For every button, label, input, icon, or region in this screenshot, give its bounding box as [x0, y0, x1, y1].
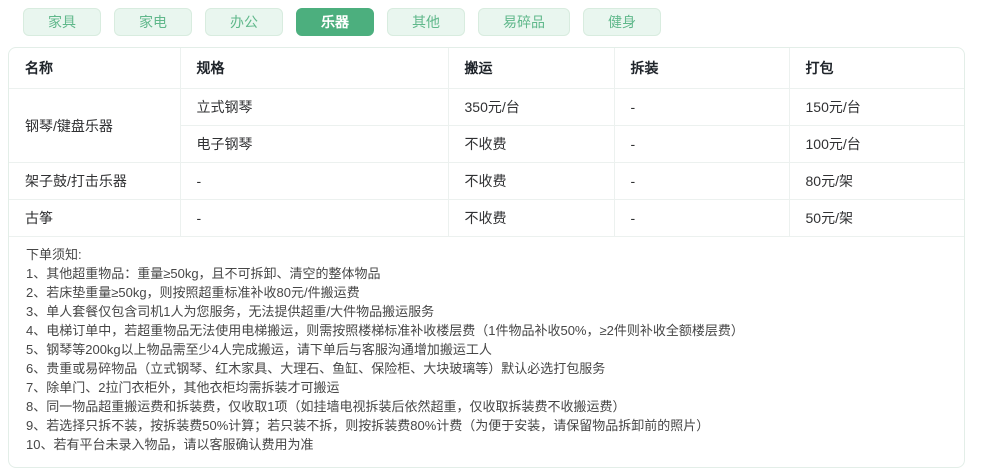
notes-title: 下单须知: [26, 247, 82, 262]
table-cell: - [180, 199, 449, 237]
category-tab-active[interactable]: 乐器 [296, 8, 374, 36]
note-item: 8、同一物品超重搬运费和拆装费，仅收取1项（如挂墙电视拆装后依然超重，仅收取拆装… [26, 399, 626, 414]
table-cell: 立式钢琴 [180, 88, 449, 126]
category-tabs: 家具 家电 办公 乐器 其他 易碎品 健身 [0, 0, 989, 36]
table-cell: 50元/架 [789, 199, 964, 237]
category-tab[interactable]: 办公 [205, 8, 283, 36]
table-row: 古筝 - 不收费 -50元/架 [9, 199, 964, 237]
note-item: 7、除单门、2拉门衣柜外，其他衣柜均需拆装才可搬运 [26, 380, 340, 395]
order-notes: 下单须知: 1、其他超重物品：重量≥50kg，且不可拆卸、清空的整体物品 2、若床… [9, 237, 964, 467]
table-cell: - [614, 88, 790, 126]
pricing-table-header-row: 名称 规格 搬运 拆装 打包 [9, 48, 964, 89]
column-header: 规格 [180, 48, 449, 89]
note-item: 4、电梯订单中，若超重物品无法使用电梯搬运，则需按照楼梯标准补收楼层费（1件物品… [26, 323, 744, 338]
table-cell: - [180, 162, 449, 200]
note-item: 2、若床垫重量≥50kg，则按照超重标准补收80元/件搬运费 [26, 285, 360, 300]
column-header: 打包 [789, 48, 964, 89]
table-cell: 150元/台 [789, 88, 964, 126]
note-item: 9、若选择只拆不装，按拆装费50%计算；若只装不拆，则按拆装费80%计费（为便于… [26, 418, 710, 433]
table-cell: 架子鼓/打击乐器 [9, 162, 181, 200]
category-tab[interactable]: 健身 [583, 8, 661, 36]
table-cell: 不收费 [448, 199, 615, 237]
table-cell: 350元/台 [448, 88, 615, 126]
note-item: 10、若有平台未录入物品，请以客服确认费用为准 [26, 437, 314, 452]
note-item: 5、钢琴等200kg以上物品需至少4人完成搬运，请下单后与客服沟通增加搬运工人 [26, 342, 492, 357]
category-tab[interactable]: 易碎品 [478, 8, 570, 36]
category-tab[interactable]: 家电 [114, 8, 192, 36]
table-cell: - [614, 125, 790, 163]
table-row: 架子鼓/打击乐器 - 不收费 -80元/架 [9, 162, 964, 200]
pricing-panel: 名称 规格 搬运 拆装 打包 钢琴/键盘乐器 立式钢琴 350元/台 -150元/台 电子钢琴不… [8, 47, 965, 468]
table-cell: 100元/台 [789, 125, 964, 163]
table-cell: - [614, 162, 790, 200]
table-cell: 80元/架 [789, 162, 964, 200]
table-cell: 不收费 [448, 125, 615, 163]
pricing-table-body: 钢琴/键盘乐器 立式钢琴 350元/台 -150元/台 电子钢琴 不收费 -100元/台 架子… [9, 88, 964, 237]
column-header: 拆装 [614, 48, 790, 89]
table-cell: 电子钢琴 [180, 125, 449, 163]
table-row: 钢琴/键盘乐器 立式钢琴 350元/台 -150元/台 [9, 88, 964, 163]
column-header: 名称 [9, 48, 181, 89]
column-header: 搬运 [448, 48, 615, 89]
table-cell: 古筝 [9, 199, 181, 237]
category-tab[interactable]: 其他 [387, 8, 465, 36]
category-tab[interactable]: 家具 [23, 8, 101, 36]
note-item: 6、贵重或易碎物品（立式钢琴、红木家具、大理石、鱼缸、保险柜、大块玻璃等）默认必… [26, 361, 606, 376]
notes-list: 1、其他超重物品：重量≥50kg，且不可拆卸、清空的整体物品 2、若床垫重量≥50… [26, 264, 944, 454]
table-cell: 钢琴/键盘乐器 [9, 88, 181, 163]
note-item: 1、其他超重物品：重量≥50kg，且不可拆卸、清空的整体物品 [26, 266, 381, 281]
note-item: 3、单人套餐仅包含司机1人为您服务，无法提供超重/大件物品搬运服务 [26, 304, 435, 319]
pricing-table: 名称 规格 搬运 拆装 打包 钢琴/键盘乐器 立式钢琴 350元/台 -150元/台 电子钢琴不… [9, 48, 964, 237]
table-cell: 不收费 [448, 162, 615, 200]
table-cell: - [614, 199, 790, 237]
